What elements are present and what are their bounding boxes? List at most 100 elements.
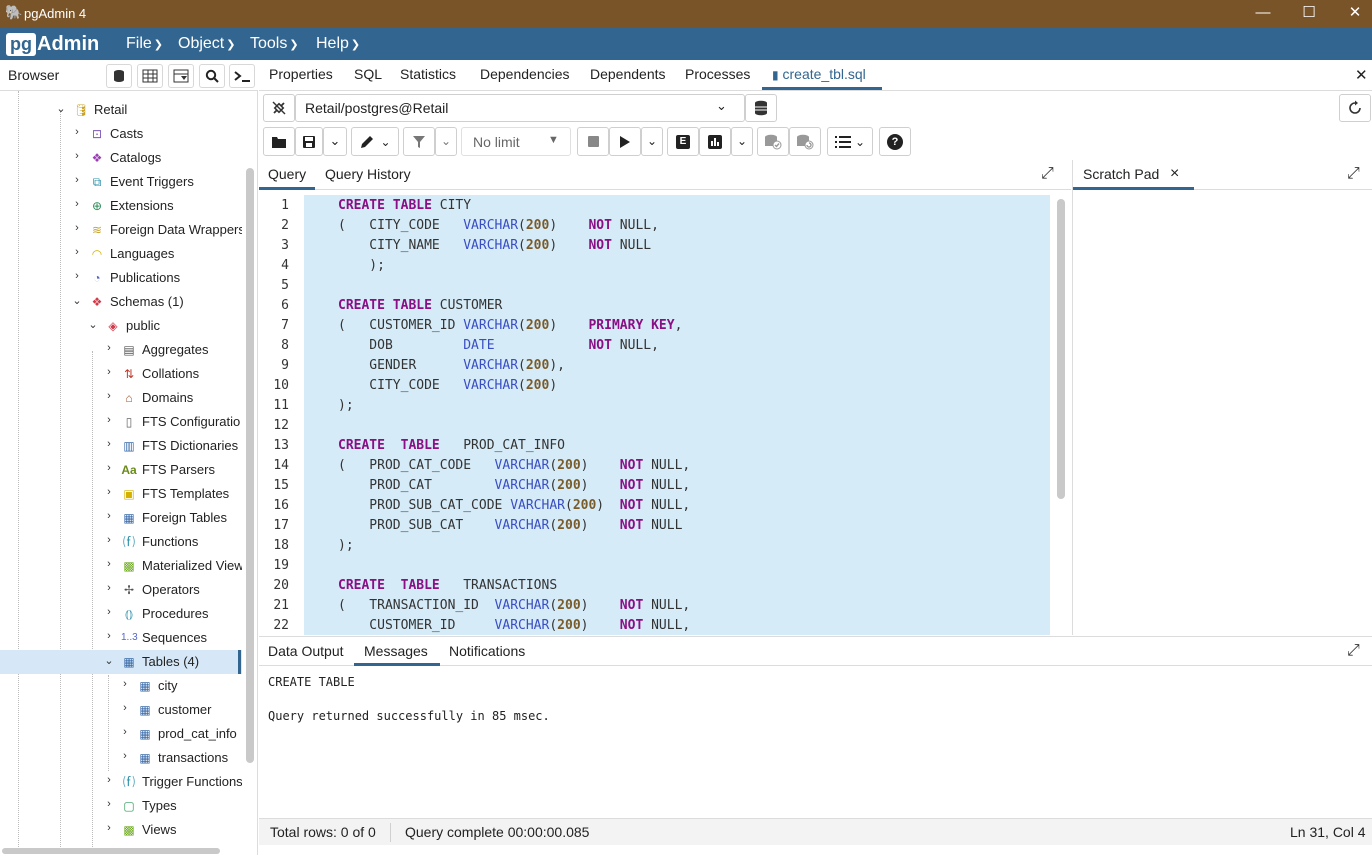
tree-item-tables[interactable]: ⌄ ▦ Tables (4)	[0, 650, 242, 674]
tree-item-publications[interactable]: › ◔ Publications	[0, 266, 242, 290]
tab-dependencies[interactable]: Dependencies	[480, 66, 570, 82]
open-file-button[interactable]	[263, 127, 295, 156]
tree-horizontal-scrollbar[interactable]	[2, 848, 220, 854]
tree-item-public[interactable]: ⌄ ◈ public	[0, 314, 242, 338]
chevron-right-icon: ›	[75, 126, 79, 138]
tab-statistics[interactable]: Statistics	[400, 66, 456, 82]
connection-select[interactable]: Retail/postgres@Retail ⌄	[295, 94, 745, 122]
tree-item-aggregates[interactable]: › ▤ Aggregates	[0, 338, 242, 362]
filter-dropdown-button[interactable]: ⌄	[435, 127, 457, 156]
menubar: pg Admin File ❯ Object ❯ Tools ❯ Help ❯	[0, 28, 1372, 60]
tree-item-sequences[interactable]: › 1..3 Sequences	[0, 626, 242, 650]
explain-dropdown-button[interactable]: ⌄	[731, 127, 753, 156]
refresh-button[interactable]	[1339, 94, 1371, 122]
row-limit-select[interactable]: No limit ▼	[461, 127, 571, 156]
chevron-right-icon: ›	[123, 726, 127, 738]
expand-icon[interactable]: ⤢	[1041, 165, 1054, 183]
object-explorer-button[interactable]	[106, 64, 132, 88]
filter-button[interactable]	[403, 127, 435, 156]
tab-create-tbl-sql[interactable]: ▮ create_tbl.sql	[772, 66, 866, 82]
tab-query[interactable]: Query	[268, 166, 306, 182]
tree-item-foreign-data-wrappers[interactable]: › ≋ Foreign Data Wrappers	[0, 218, 242, 242]
expand-icon[interactable]: ⤢	[1347, 642, 1360, 660]
tree-item-event-triggers[interactable]: › ⧉ Event Triggers	[0, 170, 242, 194]
execute-dropdown-button[interactable]: ⌄	[641, 127, 663, 156]
tree-item-collations[interactable]: › ⇅ Collations	[0, 362, 242, 386]
view-data-button[interactable]	[137, 64, 163, 88]
tree-item-views[interactable]: › ▩ Views	[0, 818, 242, 842]
tab-scratch-pad[interactable]: Scratch Pad	[1083, 166, 1159, 182]
tree-item-extensions[interactable]: › ⊕ Extensions	[0, 194, 242, 218]
tree-item-schemas[interactable]: ⌄ ❖ Schemas (1)	[0, 290, 242, 314]
views-icon: ▩	[123, 823, 135, 837]
tree-item-languages[interactable]: › ◠ Languages	[0, 242, 242, 266]
sql-editor[interactable]: 1 2 3 4 5 6 7 8 9 10 11 12 13 14 15 16 1…	[259, 191, 1071, 635]
help-button[interactable]: ?	[879, 127, 911, 156]
chevron-down-icon: ⌄	[716, 98, 727, 113]
scratch-pad-textarea[interactable]	[1072, 190, 1372, 635]
tree-item-functions[interactable]: › ⒡ Functions	[0, 530, 242, 554]
close-panel-icon[interactable]: ✕	[1355, 66, 1368, 84]
tree-item-procedures[interactable]: › ⦅⦆ Procedures	[0, 602, 242, 626]
tab-dependents[interactable]: Dependents	[590, 66, 666, 82]
stop-icon	[587, 136, 599, 147]
connection-status-button[interactable]	[263, 94, 295, 122]
tab-query-history[interactable]: Query History	[325, 166, 411, 182]
tree-item-table-city[interactable]: › ▦ city	[0, 674, 242, 698]
tree-item-trigger-functions[interactable]: › ⒡ Trigger Functions	[0, 770, 242, 794]
tree-item-catalogs[interactable]: › ❖ Catalogs	[0, 146, 242, 170]
tree-item-casts[interactable]: › ⊡ Casts	[0, 122, 242, 146]
message-line: CREATE TABLE	[268, 675, 355, 689]
tree-item-fts-dictionaries[interactable]: › ▥ FTS Dictionaries	[0, 434, 242, 458]
tree-item-table-customer[interactable]: › ▦ customer	[0, 698, 242, 722]
rollback-button[interactable]	[789, 127, 821, 156]
explain-button[interactable]: E	[667, 127, 699, 156]
close-button[interactable]: ✕	[1332, 0, 1372, 28]
object-tree: ⌄ 🛢 Retail › ⊡ Casts › ❖ Catalogs › ⧉ Ev…	[0, 91, 242, 851]
tree-item-domains[interactable]: › ⌂ Domains	[0, 386, 242, 410]
tree-item-fts-parsers[interactable]: › Aa FTS Parsers	[0, 458, 242, 482]
execute-button[interactable]	[609, 127, 641, 156]
play-icon	[620, 135, 630, 148]
save-button[interactable]	[295, 127, 323, 156]
close-icon[interactable]: ×	[1170, 165, 1179, 183]
tab-sql[interactable]: SQL	[354, 66, 382, 82]
explain-analyze-button[interactable]	[699, 127, 731, 156]
tree-item-fts-templates[interactable]: › ▣ FTS Templates	[0, 482, 242, 506]
tree-item-types[interactable]: › ▢ Types	[0, 794, 242, 818]
tree-item-retail[interactable]: ⌄ 🛢 Retail	[0, 98, 242, 122]
new-connection-button[interactable]	[745, 94, 777, 122]
macros-button[interactable]: ⌄	[827, 127, 873, 156]
tree-item-materialized-views[interactable]: › ▩ Materialized View	[0, 554, 242, 578]
stop-button[interactable]	[577, 127, 609, 156]
maximize-button[interactable]: ☐	[1286, 0, 1332, 28]
tab-processes[interactable]: Processes	[685, 66, 750, 82]
psql-tool-button[interactable]	[229, 64, 255, 88]
edit-button[interactable]: ⌄	[351, 127, 399, 156]
tree-item-fts-configurations[interactable]: › ▯ FTS Configuratio	[0, 410, 242, 434]
code-line: );	[338, 398, 354, 413]
chevron-down-icon: ⌄	[88, 319, 98, 331]
status-bar: Total rows: 0 of 0 Query complete 00:00:…	[259, 818, 1372, 845]
menu-tools[interactable]: Tools ❯	[250, 35, 299, 53]
tab-properties[interactable]: Properties	[269, 66, 333, 82]
tab-messages[interactable]: Messages	[364, 643, 428, 659]
menu-help[interactable]: Help ❯	[316, 35, 360, 53]
editor-vertical-scrollbar[interactable]	[1057, 199, 1065, 499]
expand-icon[interactable]: ⤢	[1347, 165, 1360, 183]
messages-panel: CREATE TABLE Query returned successfully…	[259, 667, 1372, 817]
tab-data-output[interactable]: Data Output	[268, 643, 344, 659]
tab-notifications[interactable]: Notifications	[449, 643, 525, 659]
tree-vertical-scrollbar[interactable]	[246, 168, 254, 763]
tree-item-foreign-tables[interactable]: › ▦ Foreign Tables	[0, 506, 242, 530]
commit-button[interactable]	[757, 127, 789, 156]
menu-file[interactable]: File ❯	[126, 35, 163, 53]
save-dropdown-button[interactable]: ⌄	[323, 127, 347, 156]
filter-rows-button[interactable]	[168, 64, 194, 88]
tree-item-operators[interactable]: › ✢ Operators	[0, 578, 242, 602]
tree-item-table-prod-cat-info[interactable]: › ▦ prod_cat_info	[0, 722, 242, 746]
menu-object[interactable]: Object ❯	[178, 35, 235, 53]
tree-item-table-transactions[interactable]: › ▦ transactions	[0, 746, 242, 770]
search-objects-button[interactable]	[199, 64, 225, 88]
minimize-button[interactable]: —	[1240, 0, 1286, 28]
